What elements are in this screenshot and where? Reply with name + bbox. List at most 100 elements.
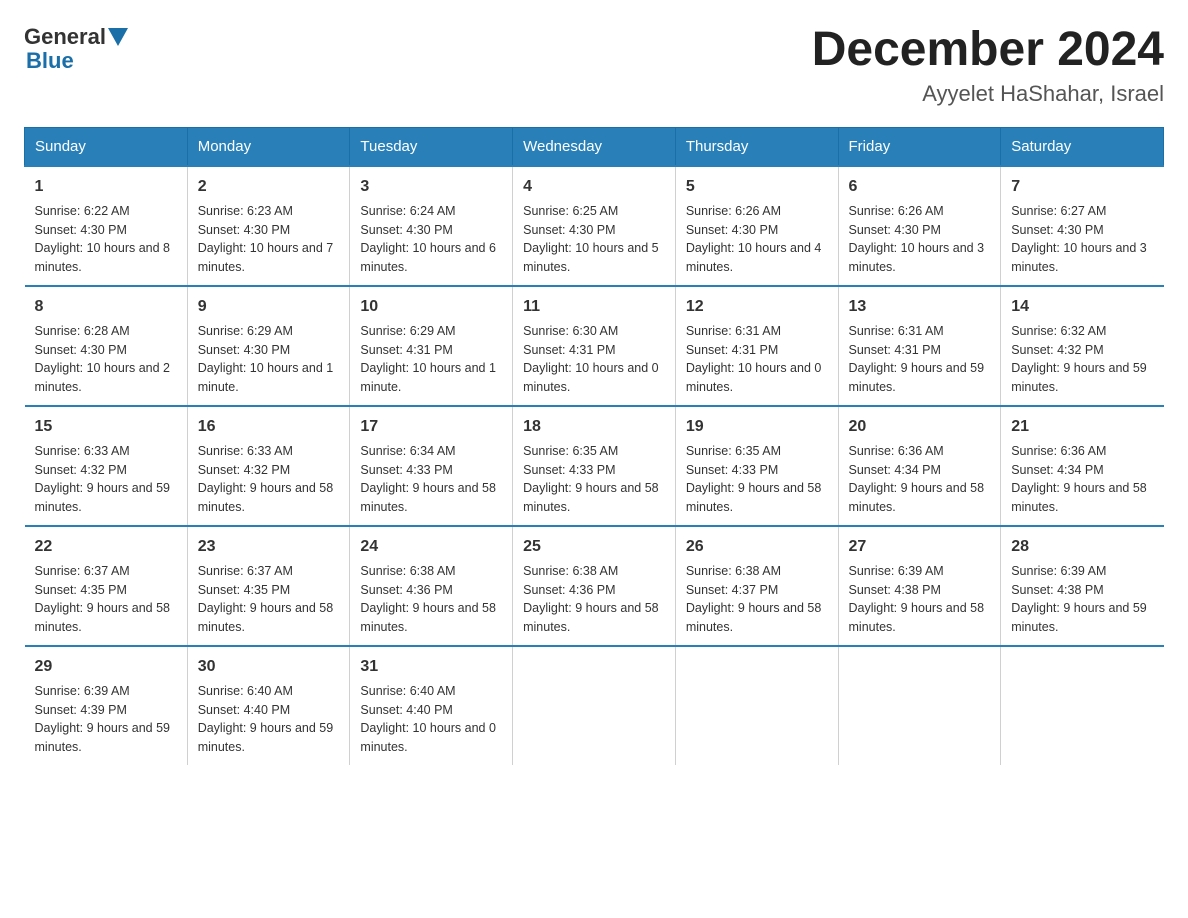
daylight-text: Daylight: 9 hours and 58 minutes. [1011, 481, 1147, 514]
calendar-cell: 22Sunrise: 6:37 AMSunset: 4:35 PMDayligh… [25, 526, 188, 646]
calendar-cell: 13Sunrise: 6:31 AMSunset: 4:31 PMDayligh… [838, 286, 1001, 406]
daylight-text: Daylight: 10 hours and 2 minutes. [35, 361, 171, 394]
sunrise-text: Sunrise: 6:33 AM [35, 444, 130, 458]
day-number: 2 [198, 175, 340, 199]
sunset-text: Sunset: 4:34 PM [849, 463, 941, 477]
daylight-text: Daylight: 9 hours and 58 minutes. [849, 481, 985, 514]
day-number: 5 [686, 175, 828, 199]
daylight-text: Daylight: 9 hours and 58 minutes. [849, 601, 985, 634]
day-number: 15 [35, 415, 177, 439]
sunrise-text: Sunrise: 6:36 AM [1011, 444, 1106, 458]
day-number: 31 [360, 655, 502, 679]
sunset-text: Sunset: 4:30 PM [35, 223, 127, 237]
daylight-text: Daylight: 10 hours and 6 minutes. [360, 241, 496, 274]
title-section: December 2024 Ayyelet HaShahar, Israel [812, 24, 1164, 107]
daylight-text: Daylight: 9 hours and 58 minutes. [686, 601, 822, 634]
calendar-cell: 7Sunrise: 6:27 AMSunset: 4:30 PMDaylight… [1001, 166, 1164, 286]
daylight-text: Daylight: 10 hours and 8 minutes. [35, 241, 171, 274]
sunrise-text: Sunrise: 6:26 AM [686, 204, 781, 218]
calendar-cell: 16Sunrise: 6:33 AMSunset: 4:32 PMDayligh… [187, 406, 350, 526]
sunrise-text: Sunrise: 6:27 AM [1011, 204, 1106, 218]
day-number: 28 [1011, 535, 1153, 559]
sunset-text: Sunset: 4:35 PM [35, 583, 127, 597]
sunset-text: Sunset: 4:33 PM [523, 463, 615, 477]
sunset-text: Sunset: 4:37 PM [686, 583, 778, 597]
calendar-cell: 23Sunrise: 6:37 AMSunset: 4:35 PMDayligh… [187, 526, 350, 646]
day-number: 10 [360, 295, 502, 319]
day-of-week-header: Tuesday [350, 127, 513, 166]
logo: General Blue [24, 24, 130, 74]
sunrise-text: Sunrise: 6:36 AM [849, 444, 944, 458]
daylight-text: Daylight: 10 hours and 4 minutes. [686, 241, 822, 274]
sunset-text: Sunset: 4:32 PM [35, 463, 127, 477]
calendar-cell: 4Sunrise: 6:25 AMSunset: 4:30 PMDaylight… [513, 166, 676, 286]
sunrise-text: Sunrise: 6:38 AM [523, 564, 618, 578]
day-number: 26 [686, 535, 828, 559]
day-number: 21 [1011, 415, 1153, 439]
calendar-cell: 25Sunrise: 6:38 AMSunset: 4:36 PMDayligh… [513, 526, 676, 646]
calendar-cell: 28Sunrise: 6:39 AMSunset: 4:38 PMDayligh… [1001, 526, 1164, 646]
day-number: 12 [686, 295, 828, 319]
sunset-text: Sunset: 4:38 PM [1011, 583, 1103, 597]
logo-general-text: General [24, 24, 106, 50]
calendar-cell: 29 Sunrise: 6:39 AM Sunset: 4:39 PM Dayligh… [25, 646, 188, 765]
calendar-table: SundayMondayTuesdayWednesdayThursdayFrid… [24, 127, 1164, 765]
day-number: 23 [198, 535, 340, 559]
daylight-text: Daylight: 10 hours and 1 minute. [198, 361, 334, 394]
sunrise-text: Sunrise: 6:22 AM [35, 204, 130, 218]
sunset-text: Sunset: 4:30 PM [1011, 223, 1103, 237]
sunset-text: Sunset: 4:30 PM [523, 223, 615, 237]
sunset-text: Sunset: 4:30 PM [360, 223, 452, 237]
daylight-text: Daylight: 10 hours and 0 minutes. [523, 361, 659, 394]
day-of-week-header: Friday [838, 127, 1001, 166]
calendar-cell: 8Sunrise: 6:28 AMSunset: 4:30 PMDaylight… [25, 286, 188, 406]
sunrise-text: Sunrise: 6:37 AM [198, 564, 293, 578]
calendar-cell: 19Sunrise: 6:35 AMSunset: 4:33 PMDayligh… [675, 406, 838, 526]
calendar-cell: 30Sunrise: 6:40 AMSunset: 4:40 PMDayligh… [187, 646, 350, 765]
day-of-week-header: Sunday [25, 127, 188, 166]
day-number: 13 [849, 295, 991, 319]
daylight-text: Daylight: 9 hours and 59 minutes. [198, 721, 334, 754]
sunrise-text: Sunrise: 6:34 AM [360, 444, 455, 458]
calendar-cell: 15 Sunrise: 6:33 AM Sunset: 4:32 PM Dayligh… [25, 406, 188, 526]
calendar-week-row: 8Sunrise: 6:28 AMSunset: 4:30 PMDaylight… [25, 286, 1164, 406]
daylight-text: Daylight: 9 hours and 58 minutes. [35, 601, 171, 634]
sunrise-text: Sunrise: 6:32 AM [1011, 324, 1106, 338]
calendar-cell: 1Sunrise: 6:22 AMSunset: 4:30 PMDaylight… [25, 166, 188, 286]
calendar-cell: 14Sunrise: 6:32 AMSunset: 4:32 PMDayligh… [1001, 286, 1164, 406]
daylight-text: Daylight: 10 hours and 1 minute. [360, 361, 496, 394]
daylight-text: Daylight: 10 hours and 7 minutes. [198, 241, 334, 274]
day-number: 29 [35, 655, 177, 679]
daylight-text: Daylight: 9 hours and 59 minutes. [35, 481, 171, 514]
day-number: 30 [198, 655, 340, 679]
calendar-cell: 21Sunrise: 6:36 AMSunset: 4:34 PMDayligh… [1001, 406, 1164, 526]
daylight-text: Daylight: 9 hours and 59 minutes. [35, 721, 171, 754]
sunset-text: Sunset: 4:40 PM [198, 703, 290, 717]
sunset-text: Sunset: 4:33 PM [686, 463, 778, 477]
sunset-text: Sunset: 4:39 PM [35, 703, 127, 717]
daylight-text: Daylight: 9 hours and 59 minutes. [849, 361, 985, 394]
day-number: 11 [523, 295, 665, 319]
day-number: 24 [360, 535, 502, 559]
sunset-text: Sunset: 4:30 PM [686, 223, 778, 237]
sunrise-text: Sunrise: 6:39 AM [35, 684, 130, 698]
sunset-text: Sunset: 4:33 PM [360, 463, 452, 477]
sunrise-text: Sunrise: 6:29 AM [360, 324, 455, 338]
calendar-cell: 17Sunrise: 6:34 AMSunset: 4:33 PMDayligh… [350, 406, 513, 526]
day-number: 19 [686, 415, 828, 439]
day-number: 25 [523, 535, 665, 559]
sunset-text: Sunset: 4:30 PM [849, 223, 941, 237]
sunset-text: Sunset: 4:38 PM [849, 583, 941, 597]
sunrise-text: Sunrise: 6:39 AM [849, 564, 944, 578]
calendar-cell: 31Sunrise: 6:40 AMSunset: 4:40 PMDayligh… [350, 646, 513, 765]
day-number: 20 [849, 415, 991, 439]
calendar-week-row: 22Sunrise: 6:37 AMSunset: 4:35 PMDayligh… [25, 526, 1164, 646]
sunset-text: Sunset: 4:31 PM [523, 343, 615, 357]
calendar-cell: 9Sunrise: 6:29 AMSunset: 4:30 PMDaylight… [187, 286, 350, 406]
calendar-header-row: SundayMondayTuesdayWednesdayThursdayFrid… [25, 127, 1164, 166]
calendar-cell: 26Sunrise: 6:38 AMSunset: 4:37 PMDayligh… [675, 526, 838, 646]
daylight-text: Daylight: 10 hours and 3 minutes. [849, 241, 985, 274]
sunrise-text: Sunrise: 6:38 AM [360, 564, 455, 578]
calendar-cell: 18Sunrise: 6:35 AMSunset: 4:33 PMDayligh… [513, 406, 676, 526]
day-number: 9 [198, 295, 340, 319]
